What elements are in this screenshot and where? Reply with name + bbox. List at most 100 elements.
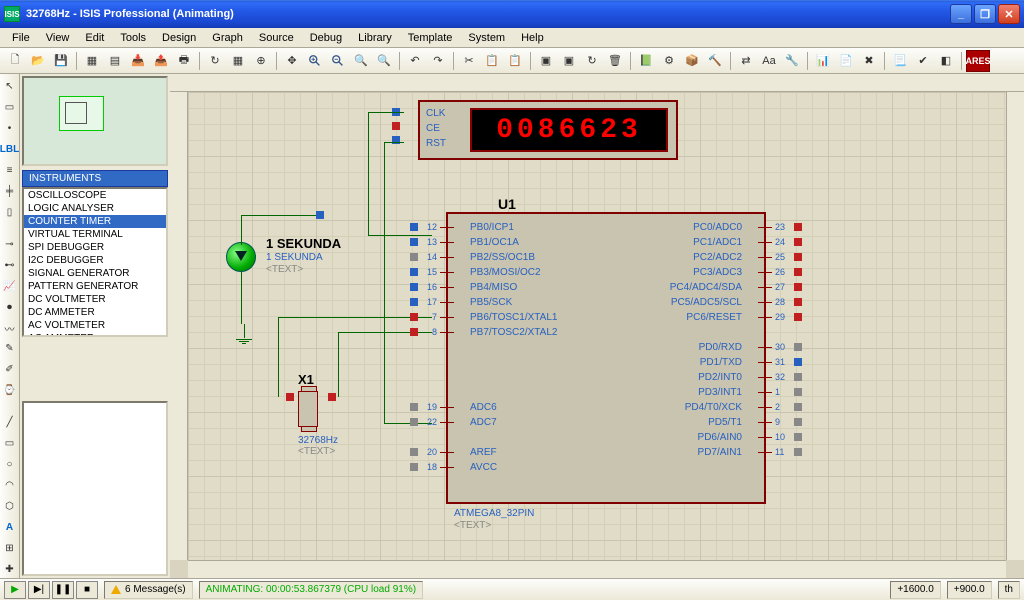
pin-mode-icon[interactable]: ⊷ [1, 256, 19, 274]
zoom-area-button[interactable]: 🔍 [373, 50, 395, 72]
schematic-canvas[interactable]: CLK CE RST 0086623 1 SEKUNDA 1 SEKUNDA <… [188, 92, 1006, 560]
label-mode-icon[interactable]: LBL [1, 141, 19, 159]
junction-mode-icon[interactable]: • [1, 120, 19, 138]
instrument-item[interactable]: OSCILLOSCOPE [24, 189, 166, 202]
instrument-item[interactable]: AC VOLTMETER [24, 319, 166, 332]
symbol-2d-icon[interactable]: ⊞ [1, 539, 19, 557]
messages-status[interactable]: 6 Message(s) [104, 581, 193, 599]
block-copy-button[interactable]: ▣ [535, 50, 557, 72]
probe-i-icon[interactable]: ✐ [1, 361, 19, 379]
menu-view[interactable]: View [38, 30, 78, 46]
counter-timer-component[interactable]: CLK CE RST 0086623 [418, 100, 678, 160]
ares-button[interactable]: ARES [966, 50, 990, 72]
instrument-item[interactable]: VIRTUAL TERMINAL [24, 228, 166, 241]
menu-tools[interactable]: Tools [112, 30, 154, 46]
text-mode-icon[interactable]: ≡ [1, 162, 19, 180]
line-2d-icon[interactable]: ╱ [1, 414, 19, 432]
redraw-button[interactable]: ↻ [204, 50, 226, 72]
menu-source[interactable]: Source [251, 30, 302, 46]
ground-symbol[interactable] [236, 324, 252, 345]
instrument-item[interactable]: PATTERN GENERATOR [24, 280, 166, 293]
decompose-button[interactable]: 🔨 [704, 50, 726, 72]
pick-device-button[interactable]: 📗 [635, 50, 657, 72]
instrument-item[interactable]: SPI DEBUGGER [24, 241, 166, 254]
instrument-mode-icon[interactable]: ⌚ [1, 382, 19, 400]
zoom-out-button[interactable] [327, 50, 349, 72]
probe-v-icon[interactable]: ✎ [1, 340, 19, 358]
bom-button[interactable]: 📃 [889, 50, 911, 72]
stop-button[interactable]: ■ [76, 581, 98, 599]
play-button[interactable]: ▶ [4, 581, 26, 599]
tape-mode-icon[interactable]: ⏺ [1, 298, 19, 316]
block-rotate-button[interactable]: ↻ [581, 50, 603, 72]
design-explorer-button[interactable]: 📊 [812, 50, 834, 72]
circle-2d-icon[interactable]: ○ [1, 456, 19, 474]
instrument-item[interactable]: LOGIC ANALYSER [24, 202, 166, 215]
grid-button[interactable]: ▦ [227, 50, 249, 72]
wire-autoroute-button[interactable]: ⇄ [735, 50, 757, 72]
selection-mode-icon[interactable]: ↖ [1, 78, 19, 96]
menu-design[interactable]: Design [154, 30, 204, 46]
atmega8-chip[interactable]: 12PB0/ICP113PB1/OC1A14PB2/SS/OC1B15PB3/M… [446, 212, 766, 504]
bus-mode-icon[interactable]: ╪ [1, 183, 19, 201]
menu-help[interactable]: Help [513, 30, 552, 46]
zoom-all-button[interactable]: 🔍 [350, 50, 372, 72]
netlist-button[interactable]: ◧ [935, 50, 957, 72]
menu-file[interactable]: File [4, 30, 38, 46]
open-button[interactable]: 📂 [27, 50, 49, 72]
origin-button[interactable]: ⊕ [250, 50, 272, 72]
crystal-component[interactable]: X1 32768Hz <TEXT> [298, 372, 338, 457]
instrument-item[interactable]: COUNTER TIMER [24, 215, 166, 228]
erc-button[interactable]: ✔ [912, 50, 934, 72]
export-button[interactable]: 📤 [150, 50, 172, 72]
instrument-item[interactable]: AC AMMETER [24, 332, 166, 337]
zoom-in-button[interactable] [304, 50, 326, 72]
instruments-list[interactable]: OSCILLOSCOPELOGIC ANALYSERCOUNTER TIMERV… [22, 187, 168, 337]
maximize-button[interactable]: ❐ [974, 4, 996, 24]
cut-button[interactable]: ✂ [458, 50, 480, 72]
import-button[interactable]: 📥 [127, 50, 149, 72]
box-2d-icon[interactable]: ▭ [1, 435, 19, 453]
overview-window[interactable] [22, 76, 168, 166]
menu-library[interactable]: Library [350, 30, 400, 46]
packaging-button[interactable]: 📦 [681, 50, 703, 72]
save-button[interactable]: 💾 [50, 50, 72, 72]
instrument-item[interactable]: I2C DEBUGGER [24, 254, 166, 267]
mark-output-button[interactable]: ▤ [104, 50, 126, 72]
block-move-button[interactable]: ▣ [558, 50, 580, 72]
pan-button[interactable]: ✥ [281, 50, 303, 72]
menu-graph[interactable]: Graph [204, 30, 251, 46]
print-area-button[interactable]: ▦ [81, 50, 103, 72]
pause-button[interactable]: ❚❚ [52, 581, 74, 599]
print-button[interactable]: 🖶 [173, 50, 195, 72]
text-2d-icon[interactable]: A [1, 518, 19, 536]
undo-button[interactable]: ↶ [404, 50, 426, 72]
path-2d-icon[interactable]: ⬡ [1, 497, 19, 515]
redo-button[interactable]: ↷ [427, 50, 449, 72]
remove-sheet-button[interactable]: ✖ [858, 50, 880, 72]
subcircuit-mode-icon[interactable]: ▯ [1, 204, 19, 222]
paste-button[interactable]: 📋 [504, 50, 526, 72]
instrument-item[interactable]: DC VOLTMETER [24, 293, 166, 306]
terminal-mode-icon[interactable]: ⊸ [1, 235, 19, 253]
vertical-scrollbar[interactable] [1006, 92, 1024, 560]
component-mode-icon[interactable]: ▭ [1, 99, 19, 117]
new-button[interactable]: 🗋 [4, 50, 26, 72]
search-button[interactable]: Aa [758, 50, 780, 72]
new-sheet-button[interactable]: 📄 [835, 50, 857, 72]
menu-debug[interactable]: Debug [302, 30, 350, 46]
minimize-button[interactable]: _ [950, 4, 972, 24]
horizontal-scrollbar[interactable] [188, 560, 1006, 578]
menu-system[interactable]: System [460, 30, 513, 46]
instrument-item[interactable]: DC AMMETER [24, 306, 166, 319]
graph-mode-icon[interactable]: 📈 [1, 277, 19, 295]
led-component[interactable]: 1 SEKUNDA 1 SEKUNDA <TEXT> [226, 242, 256, 272]
instrument-item[interactable]: SIGNAL GENERATOR [24, 267, 166, 280]
copy-button[interactable]: 📋 [481, 50, 503, 72]
close-button[interactable]: ✕ [998, 4, 1020, 24]
block-delete-button[interactable]: 🗑 [604, 50, 626, 72]
generator-mode-icon[interactable]: 〰 [1, 319, 19, 337]
menu-edit[interactable]: Edit [77, 30, 112, 46]
make-device-button[interactable]: ⚙ [658, 50, 680, 72]
arc-2d-icon[interactable]: ◠ [1, 477, 19, 495]
